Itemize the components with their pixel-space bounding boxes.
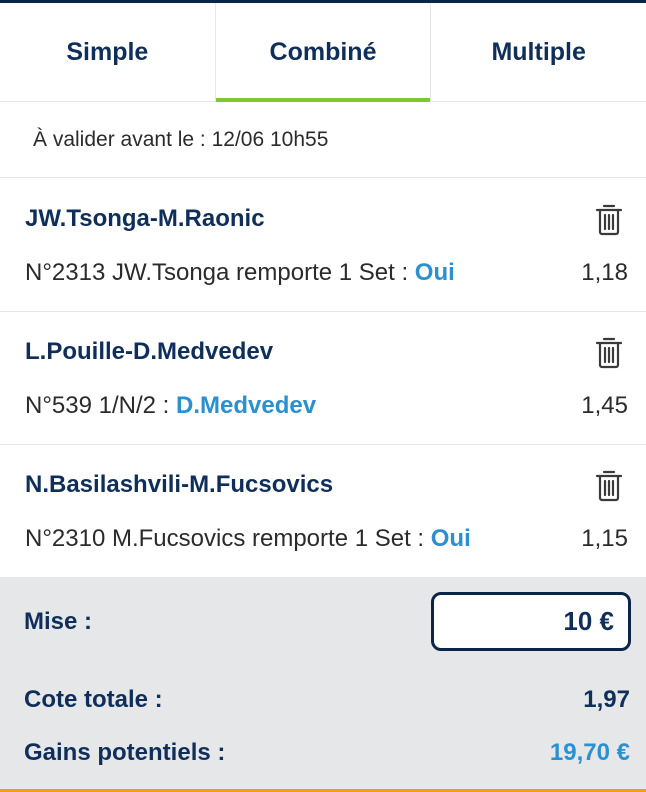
tab-multiple[interactable]: Multiple <box>430 3 646 101</box>
tab-simple[interactable]: Simple <box>0 3 215 101</box>
bet-odd: 1,18 <box>581 259 628 286</box>
tab-simple-label: Simple <box>66 37 149 66</box>
stake-label: Mise : <box>24 608 93 635</box>
bet-market-text: N°2313 JW.Tsonga remporte 1 Set : <box>25 259 415 286</box>
trash-icon[interactable] <box>594 202 624 236</box>
bet-odd: 1,45 <box>581 392 628 419</box>
bet-match-title: N.Basilashvili-M.Fucsovics <box>25 471 334 498</box>
bet-item: L.Pouille-D.Medvedev N°539 1/N/2 : D.Med… <box>0 312 646 445</box>
bet-selection: Oui <box>430 525 471 552</box>
total-odds-value: 1,97 <box>583 686 630 713</box>
bet-summary: Mise : 10 € Cote totale : 1,97 Gains pot… <box>0 577 646 792</box>
bet-item: N.Basilashvili-M.Fucsovics N°2310 M.Fucs… <box>0 445 646 577</box>
tab-combine-label: Combiné <box>269 37 377 66</box>
trash-icon[interactable] <box>594 335 624 369</box>
stake-value: 10 € <box>563 606 614 636</box>
potential-winnings-label: Gains potentiels : <box>24 739 226 766</box>
bet-type-tabs: Simple Combiné Multiple <box>0 3 646 102</box>
tab-multiple-label: Multiple <box>491 37 586 66</box>
bet-market: N°2310 M.Fucsovics remporte 1 Set : Oui <box>25 525 471 553</box>
bet-market-text: N°2310 M.Fucsovics remporte 1 Set : <box>25 525 431 552</box>
bet-selection: D.Medvedev <box>176 392 317 419</box>
bet-market-text: N°539 1/N/2 : <box>25 392 177 419</box>
total-odds-label: Cote totale : <box>24 686 163 713</box>
tab-combine[interactable]: Combiné <box>214 3 431 102</box>
bet-market: N°539 1/N/2 : D.Medvedev <box>25 392 316 420</box>
stake-input[interactable]: 10 € <box>431 592 631 651</box>
trash-icon[interactable] <box>594 468 624 502</box>
bet-selection: Oui <box>414 259 455 286</box>
bet-match-title: L.Pouille-D.Medvedev <box>25 338 274 365</box>
bet-match-title: JW.Tsonga-M.Raonic <box>25 205 265 232</box>
bet-odd: 1,15 <box>581 525 628 552</box>
bet-item: JW.Tsonga-M.Raonic N°2313 JW.Tsonga remp… <box>0 179 646 312</box>
potential-winnings-value: 19,70 € <box>549 739 630 766</box>
bet-market: N°2313 JW.Tsonga remporte 1 Set : Oui <box>25 259 455 287</box>
deadline-notice: À valider avant le : 12/06 10h55 <box>0 103 646 178</box>
